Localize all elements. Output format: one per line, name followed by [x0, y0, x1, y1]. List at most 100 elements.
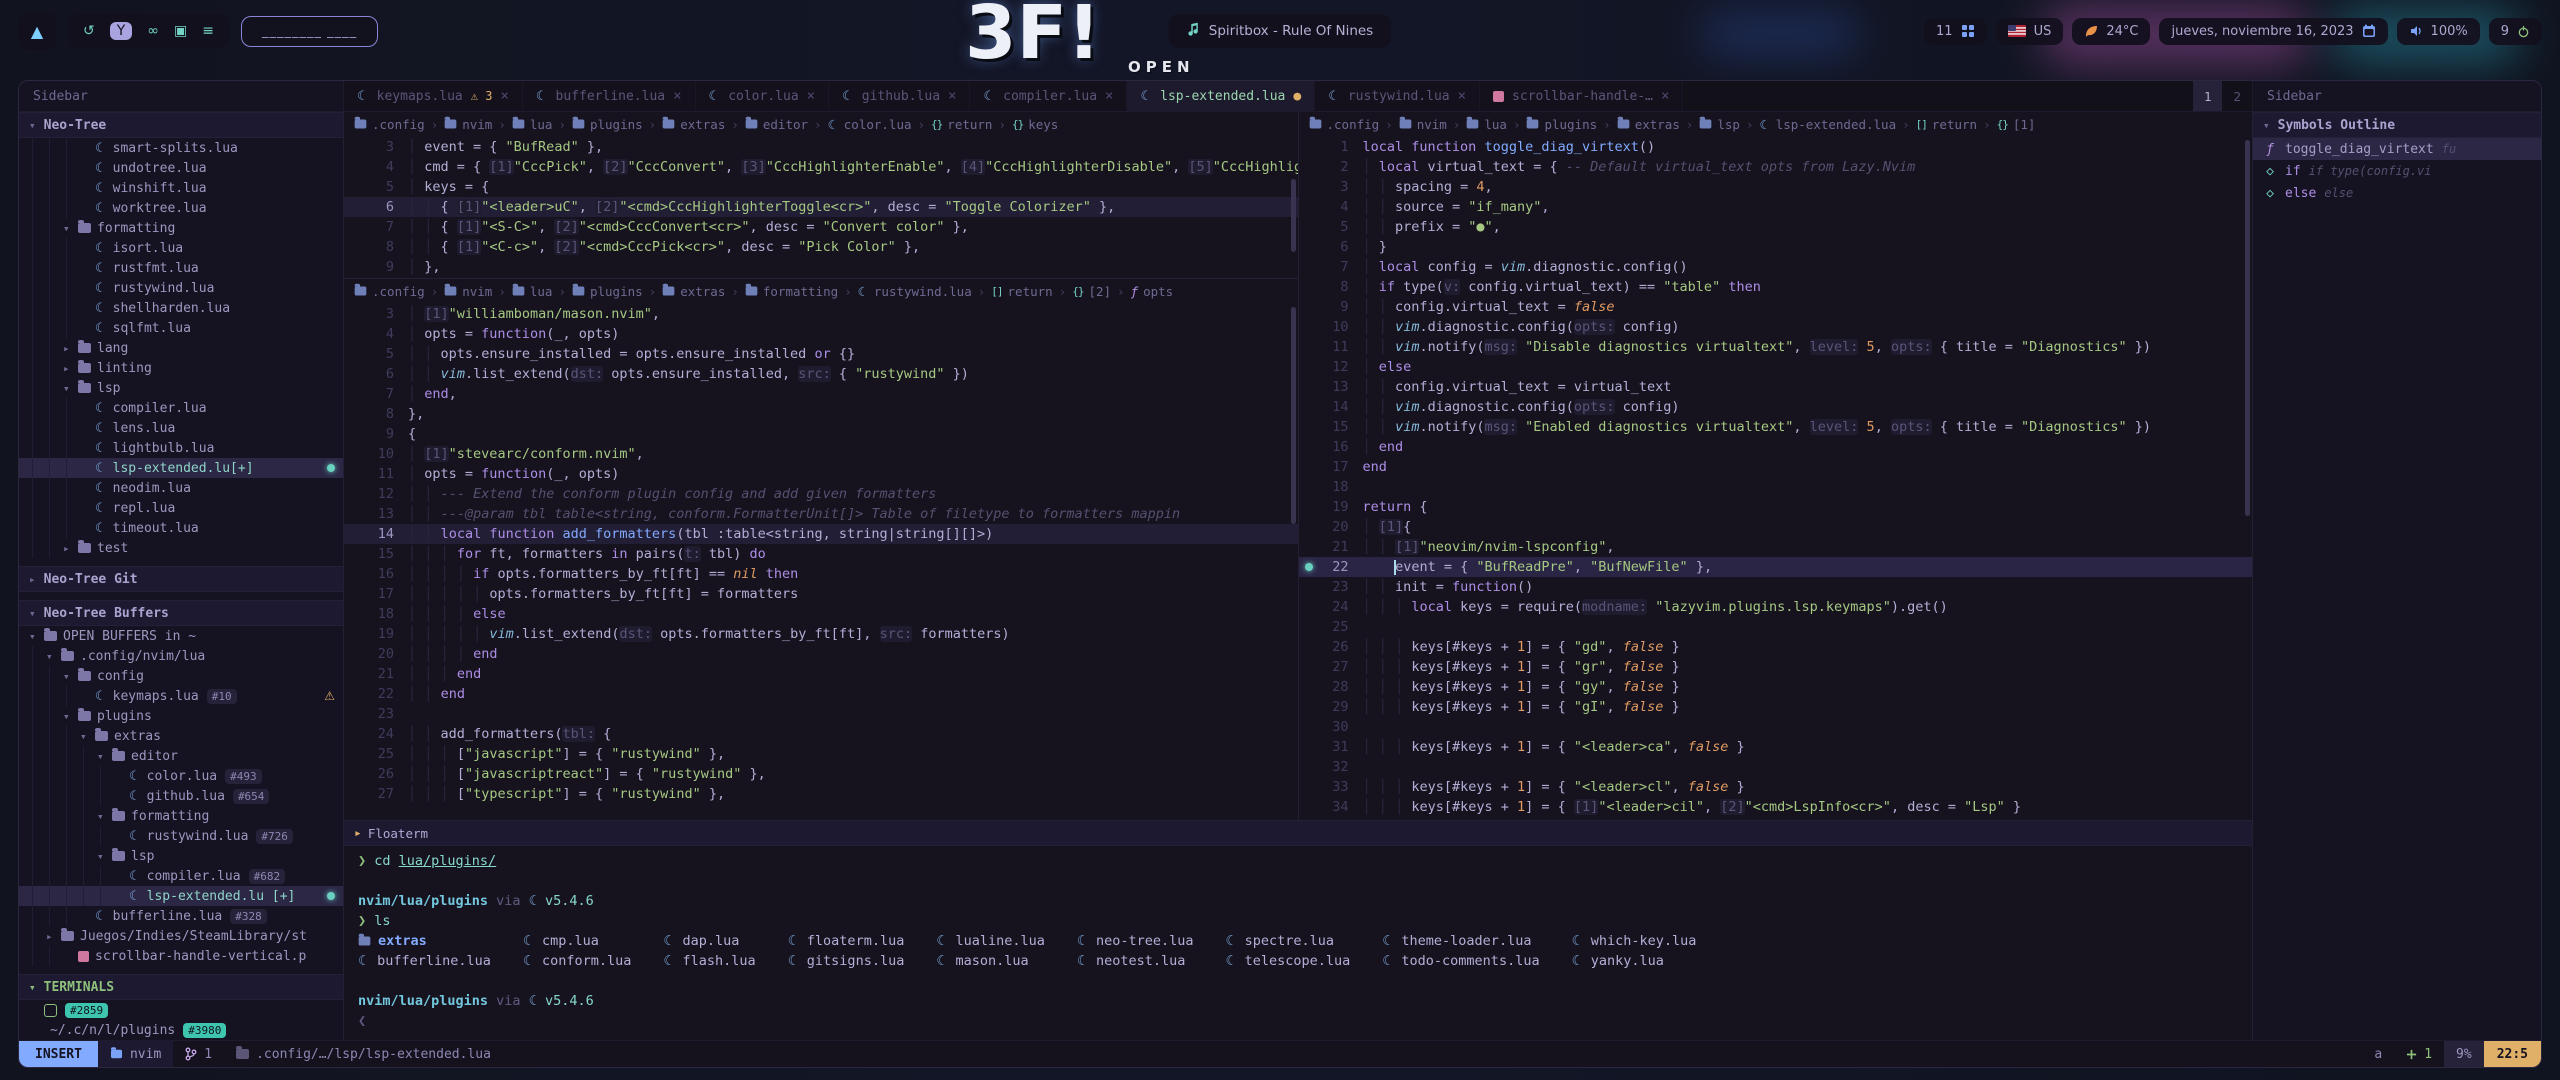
close-icon[interactable]: × — [500, 88, 508, 104]
volume-module[interactable]: 100% — [2397, 18, 2480, 45]
breadcrumb-item-lua[interactable]: lua — [512, 117, 553, 132]
breadcrumb-item-rustywind.lua[interactable]: ☾rustywind.lua — [858, 284, 972, 299]
tab-lsp-extended.lua[interactable]: ☾lsp-extended.lua● — [1127, 81, 1315, 111]
tree-item-OPEN BUFFERS in ~[interactable]: ▾OPEN BUFFERS in ~ — [19, 626, 343, 646]
tab-bufferline.lua[interactable]: ☾bufferline.lua× — [523, 81, 696, 111]
power-module[interactable]: 9 — [2489, 18, 2542, 45]
tab-compiler.lua[interactable]: ☾compiler.lua× — [970, 81, 1127, 111]
scrollbar-handle[interactable] — [1291, 307, 1296, 524]
tree-item-linting[interactable]: ▸linting — [19, 358, 343, 378]
tab-page-2[interactable]: 2 — [2222, 81, 2252, 111]
tree-item-neodim.lua[interactable]: ☾neodim.lua — [19, 478, 343, 498]
tree-item-#2859[interactable]: #2859 — [19, 1000, 343, 1020]
close-icon[interactable]: × — [948, 88, 956, 104]
code-area-lsp-extended-lua[interactable]: 1local function toggle_diag_virtext()2│ … — [1299, 136, 2253, 820]
weather-module[interactable]: 24°C — [2072, 18, 2150, 45]
tab-keymaps.lua[interactable]: ☾keymaps.lua⚠ 3× — [344, 81, 523, 111]
tree-item-compiler.lua[interactable]: ☾compiler.lua#682 — [19, 866, 343, 886]
symbols-outline-header[interactable]: ▾ Symbols Outline — [2253, 112, 2541, 138]
git-branch-segment[interactable]: 1 — [173, 1041, 224, 1067]
breadcrumb-item-.config[interactable]: .config — [354, 284, 425, 299]
breadcrumb-item-extras[interactable]: extras — [662, 117, 725, 132]
tree-item-lsp[interactable]: ▾lsp — [19, 378, 343, 398]
neotree-buffers-header[interactable]: ▾ Neo-Tree Buffers — [19, 600, 343, 626]
tree-item-rustywind.lua[interactable]: ☾rustywind.lua — [19, 278, 343, 298]
tree-item-undotree.lua[interactable]: ☾undotree.lua — [19, 158, 343, 178]
music-widget[interactable]: Spiritbox - Rule Of Nines — [1169, 14, 1391, 48]
tree-item-worktree.lua[interactable]: ☾worktree.lua — [19, 198, 343, 218]
tree-item-rustfmt.lua[interactable]: ☾rustfmt.lua — [19, 258, 343, 278]
breadcrumb-item-return[interactable]: {}return — [931, 117, 992, 132]
tree-item-lsp[interactable]: ▾lsp — [19, 846, 343, 866]
tree-item-lsp-extended.lu [+][interactable]: ☾lsp-extended.lu [+] — [19, 886, 343, 906]
window-title-pill[interactable]: ________ ____ — [241, 16, 378, 47]
breadcrumb-item-lua[interactable]: lua — [1466, 117, 1507, 132]
breadcrumb-item-lsp[interactable]: lsp — [1699, 117, 1740, 132]
breadcrumb-item-return[interactable]: []return — [991, 284, 1052, 299]
tree-item-keymaps.lua[interactable]: ☾keymaps.lua#10⚠ — [19, 686, 343, 706]
breadcrumb-item-.config[interactable]: .config — [1309, 117, 1380, 132]
breadcrumb-item-color.lua[interactable]: ☾color.lua — [828, 117, 912, 132]
breadcrumb-item-.config[interactable]: .config — [354, 117, 425, 132]
breadcrumb-item-lsp-extended.lua[interactable]: ☾lsp-extended.lua — [1759, 117, 1896, 132]
date-module[interactable]: jueves, noviembre 16, 2023 — [2159, 18, 2387, 45]
terminals-header[interactable]: ▾ TERMINALS — [19, 974, 343, 1000]
keyboard-layout-module[interactable]: US — [1996, 18, 2064, 45]
breadcrumb-item-keys[interactable]: {}keys — [1012, 117, 1058, 132]
breadcrumb-item-plugins[interactable]: plugins — [572, 284, 643, 299]
breadcrumb-item-extras[interactable]: extras — [1617, 117, 1680, 132]
breadcrumb-item-nvim[interactable]: nvim — [444, 117, 492, 132]
scrollbar-handle[interactable] — [1291, 179, 1296, 253]
tree-item-color.lua[interactable]: ☾color.lua#493 — [19, 766, 343, 786]
tree-item-github.lua[interactable]: ☾github.lua#654 — [19, 786, 343, 806]
tab-rustywind.lua[interactable]: ☾rustywind.lua× — [1315, 81, 1480, 111]
tree-item-.config/nvim/lua[interactable]: ▾.config/nvim/lua — [19, 646, 343, 666]
tree-item-editor[interactable]: ▾editor — [19, 746, 343, 766]
close-icon[interactable]: × — [673, 88, 681, 104]
tree-item-test[interactable]: ▸test — [19, 538, 343, 558]
tree-item-formatting[interactable]: ▾formatting — [19, 218, 343, 238]
tree-item-config[interactable]: ▾config — [19, 666, 343, 686]
workspace-rune-icon[interactable]: Y — [110, 22, 133, 40]
tree-item-plugins[interactable]: ▾plugins — [19, 706, 343, 726]
breadcrumb-item-[2][interactable]: {}[2] — [1072, 284, 1111, 299]
tab-scrollbar-handle-…[interactable]: scrollbar-handle-…× — [1480, 81, 1683, 111]
neotree-git-header[interactable]: ▸ Neo-Tree Git — [19, 566, 343, 592]
tree-item-lightbulb.lua[interactable]: ☾lightbulb.lua — [19, 438, 343, 458]
floaterm-terminal[interactable]: ❯ cd lua/plugins/ nvim/lua/plugins via ☾… — [344, 846, 2252, 1040]
file-icon[interactable]: ≡ — [202, 23, 214, 39]
symbol-toggle_diag_virtext[interactable]: ƒtoggle_diag_virtextfu — [2253, 138, 2541, 160]
tree-item-lens.lua[interactable]: ☾lens.lua — [19, 418, 343, 438]
cwd-segment[interactable]: nvim — [98, 1041, 173, 1067]
tree-item-rustywind.lua[interactable]: ☾rustywind.lua#726 — [19, 826, 343, 846]
breadcrumb-item-lua[interactable]: lua — [512, 284, 553, 299]
breadcrumb-item-opts[interactable]: ƒopts — [1131, 284, 1174, 299]
breadcrumb-item-nvim[interactable]: nvim — [1399, 117, 1447, 132]
tree-item-bufferline.lua[interactable]: ☾bufferline.lua#328 — [19, 906, 343, 926]
breadcrumb-item-formatting[interactable]: formatting — [745, 284, 838, 299]
symbol-else[interactable]: ◇elseelse — [2253, 182, 2541, 204]
window-count-module[interactable]: 11 — [1924, 18, 1987, 45]
link-icon[interactable]: ∞ — [147, 23, 159, 39]
breadcrumb-item-return[interactable]: []return — [1916, 117, 1977, 132]
file-path-segment[interactable]: .config/…/lsp/lsp-extended.lua — [224, 1041, 503, 1067]
tab-color.lua[interactable]: ☾color.lua× — [696, 81, 830, 111]
close-icon[interactable]: × — [807, 88, 815, 104]
neotree-section-header[interactable]: ▾ Neo-Tree — [19, 112, 343, 138]
tree-item-~/.c/n/l/plugins[interactable]: ~/.c/n/l/plugins#3980 — [19, 1020, 343, 1040]
tree-item-smart-splits.lua[interactable]: ☾smart-splits.lua — [19, 138, 343, 158]
breadcrumb-item-[1][interactable]: {}[1] — [1997, 117, 2036, 132]
tree-item-scrollbar-handle-vertical.p[interactable]: scrollbar-handle-vertical.p — [19, 946, 343, 966]
tree-item-formatting[interactable]: ▾formatting — [19, 806, 343, 826]
breadcrumb-item-plugins[interactable]: plugins — [1526, 117, 1597, 132]
close-icon[interactable]: × — [1458, 88, 1466, 104]
tree-item-lang[interactable]: ▸lang — [19, 338, 343, 358]
tree-item-shellharden.lua[interactable]: ☾shellharden.lua — [19, 298, 343, 318]
tree-item-extras[interactable]: ▾extras — [19, 726, 343, 746]
tree-item-isort.lua[interactable]: ☾isort.lua — [19, 238, 343, 258]
tree-item-timeout.lua[interactable]: ☾timeout.lua — [19, 518, 343, 538]
tab-page-1[interactable]: 1 — [2193, 81, 2223, 111]
tab-github.lua[interactable]: ☾github.lua× — [829, 81, 970, 111]
tree-item-Juegos/Indies/SteamLibrary/st[interactable]: ▸Juegos/Indies/SteamLibrary/st — [19, 926, 343, 946]
scrollbar-handle[interactable] — [2245, 140, 2250, 516]
